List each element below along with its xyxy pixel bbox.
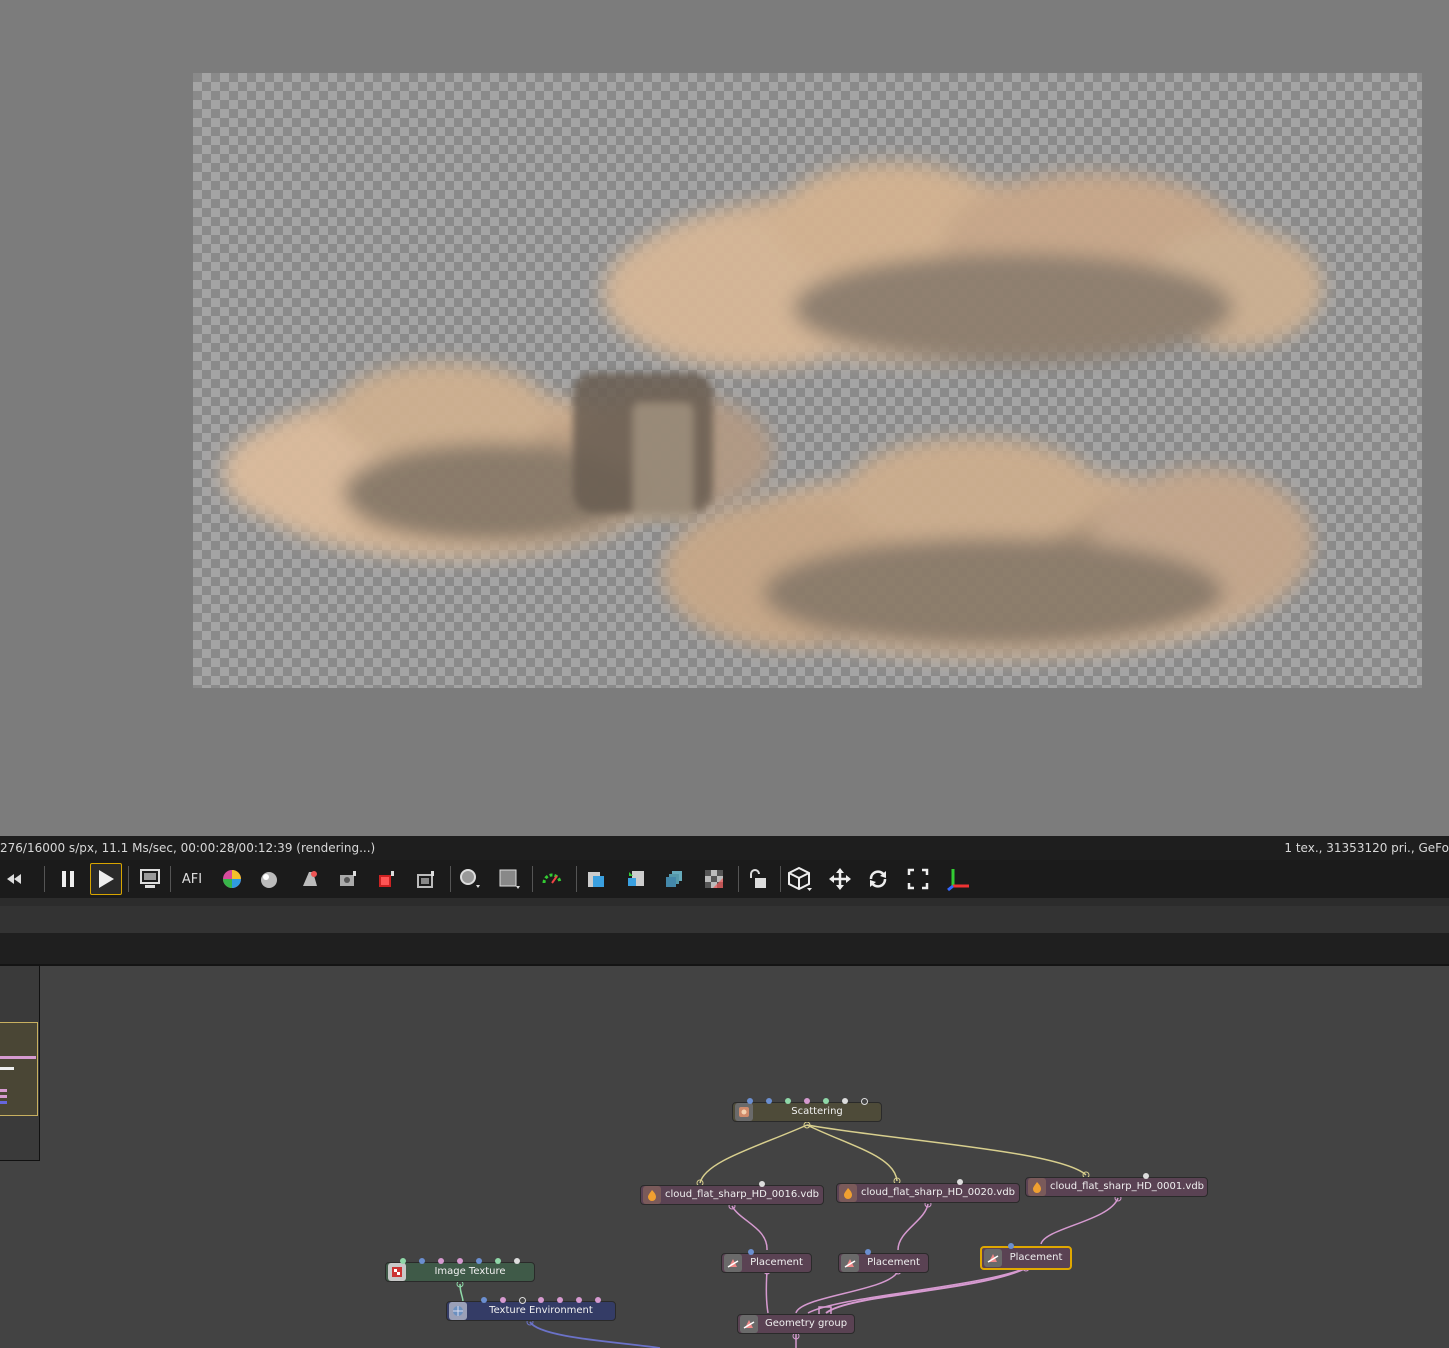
rotate-icon[interactable] [864, 864, 892, 894]
minimap-viewport-frame[interactable] [0, 1022, 38, 1116]
red-square-icon[interactable] [372, 864, 400, 894]
axis-icon[interactable] [944, 864, 972, 894]
move-icon[interactable] [826, 864, 854, 894]
node-label: cloud_flat_sharp_HD_0001.vdb [1050, 1181, 1205, 1192]
material-ball-icon[interactable] [256, 864, 284, 894]
graph-header [0, 933, 1449, 966]
node-texture-environment[interactable]: Texture Environment [446, 1297, 616, 1321]
render-toolbar: AFI [0, 860, 1449, 899]
node-geometry-group[interactable]: Geometry group [737, 1314, 855, 1334]
render-stats-text: 276/16000 s/px, 11.1 Ms/sec, 00:00:28/00… [0, 841, 376, 855]
vdb-icon [1028, 1178, 1046, 1196]
render-status-bar: 276/16000 s/px, 11.1 Ms/sec, 00:00:28/00… [0, 836, 1449, 860]
cloud-artifact [573, 373, 713, 523]
render-image [193, 73, 1422, 688]
cube-icon[interactable] [786, 864, 814, 894]
cloud-render [223, 163, 1323, 658]
image-texture-icon [388, 1263, 406, 1281]
node-label: Geometry group [764, 1318, 848, 1329]
pause-icon[interactable] [54, 864, 82, 894]
display-icon[interactable] [136, 864, 164, 894]
node-label: Texture Environment [489, 1305, 593, 1316]
node-placement-1[interactable]: Placement [721, 1249, 812, 1273]
node-vdb-0020[interactable]: cloud_flat_sharp_HD_0020.vdb [836, 1179, 1020, 1203]
placement-icon [984, 1249, 1002, 1267]
fit-icon[interactable] [904, 864, 932, 894]
node-image-texture[interactable]: Image Texture [385, 1258, 535, 1282]
vdb-icon [643, 1186, 661, 1204]
node-label: Image Texture [434, 1266, 506, 1277]
scene-stats-text: 1 tex., 31353120 pri., GeFo [1284, 841, 1449, 855]
panel-divider [0, 898, 1449, 906]
node-vdb-0016[interactable]: cloud_flat_sharp_HD_0016.vdb [640, 1181, 824, 1205]
render-region-icon[interactable] [412, 864, 440, 894]
camera-icon[interactable] [334, 864, 362, 894]
checker-icon[interactable] [700, 864, 728, 894]
layers-icon[interactable] [660, 864, 688, 894]
node-label: cloud_flat_sharp_HD_0020.vdb [861, 1187, 1016, 1198]
node-label: Placement [750, 1257, 803, 1268]
panel-tab-bar [0, 906, 1449, 933]
node-label: Placement [1009, 1252, 1063, 1263]
placement-icon [724, 1254, 742, 1272]
afi-label: AFI [181, 871, 203, 887]
scattering-icon [735, 1103, 753, 1121]
afi-icon[interactable]: AFI [178, 864, 206, 894]
node-placement-3-selected[interactable]: Placement [980, 1243, 1072, 1270]
node-placement-2[interactable]: Placement [838, 1249, 929, 1273]
paint-icon[interactable] [296, 864, 324, 894]
node-label: Scattering [791, 1106, 843, 1117]
color-wheel-icon[interactable] [218, 864, 246, 894]
play-icon[interactable] [90, 863, 122, 895]
node-wires [456, 1121, 1122, 1348]
vdb-icon [839, 1184, 857, 1202]
texture-environment-icon [449, 1302, 467, 1320]
node-vdb-0001[interactable]: cloud_flat_sharp_HD_0001.vdb [1025, 1173, 1208, 1197]
picker-icon[interactable] [456, 864, 484, 894]
lock-icon[interactable] [744, 864, 772, 894]
copy-icon[interactable] [582, 864, 610, 894]
rewind-icon[interactable] [0, 864, 28, 894]
geometry-group-icon [740, 1315, 758, 1333]
motion-blur-icon[interactable] [538, 864, 566, 894]
node-label: cloud_flat_sharp_HD_0016.vdb [665, 1189, 820, 1200]
placement-icon [841, 1254, 859, 1272]
film-region-icon[interactable] [496, 864, 524, 894]
graph-minimap[interactable] [0, 966, 40, 1161]
node-scattering[interactable]: Scattering [732, 1098, 882, 1122]
node-label: Placement [867, 1257, 920, 1268]
node-graph-editor[interactable]: Scattering cloud_flat_sharp_HD_0016.vdb … [0, 966, 1449, 1348]
cloud-upper [603, 163, 1323, 368]
render-viewport[interactable] [0, 0, 1449, 836]
paste-icon[interactable] [622, 864, 650, 894]
